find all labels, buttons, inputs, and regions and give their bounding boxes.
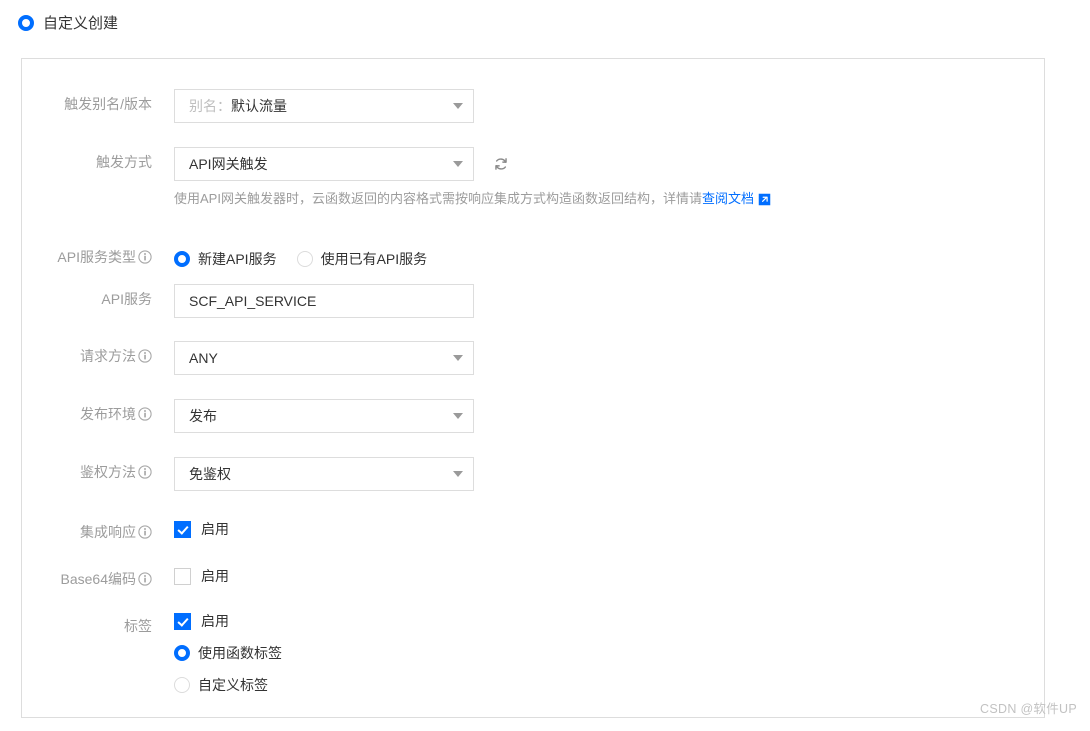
- row-api-service: API服务 SCF_API_SERVICE: [22, 284, 1044, 318]
- trigger-method-row: API网关触发: [174, 147, 1044, 181]
- radio-new-api-service-label: 新建API服务: [198, 251, 277, 267]
- label-release-env: 发布环境: [22, 399, 152, 424]
- base64-encoding-checkbox-option[interactable]: 启用: [174, 564, 1044, 588]
- checkbox-checked-icon[interactable]: [174, 612, 191, 630]
- label-trigger-method: 触发方式: [22, 147, 152, 172]
- field-trigger-alias: 别名：默认流量: [174, 89, 1044, 123]
- trigger-method-select[interactable]: API网关触发: [174, 147, 474, 181]
- label-tags-text: 标签: [124, 618, 152, 634]
- radio-use-function-tags[interactable]: 使用函数标签: [174, 643, 1024, 663]
- label-base64-encoding: Base64编码: [22, 564, 152, 589]
- radio-unselected-icon[interactable]: [296, 251, 313, 267]
- trigger-method-help: 使用API网关触发器时，云函数返回的内容格式需按响应集成方式构造函数返回结构，详…: [174, 190, 1044, 208]
- trigger-alias-value: 别名：默认流量: [189, 96, 447, 116]
- field-integrated-response: 启用: [174, 517, 1044, 541]
- field-base64-encoding: 启用: [174, 564, 1044, 588]
- chevron-down-icon[interactable]: [453, 103, 463, 109]
- label-api-service-type: API服务类型: [22, 242, 152, 267]
- radio-unselected-icon[interactable]: [174, 677, 190, 693]
- field-api-service-type: 新建API服务 使用已有API服务: [174, 242, 1044, 276]
- auth-method-value: 免鉴权: [189, 466, 231, 482]
- trigger-alias-selected: 默认流量: [231, 98, 287, 114]
- chevron-down-icon[interactable]: [453, 355, 463, 361]
- label-auth-method: 鉴权方法: [22, 457, 152, 482]
- integrated-response-checkbox-option[interactable]: 启用: [174, 517, 1044, 541]
- label-request-method-text: 请求方法: [80, 348, 136, 364]
- trigger-alias-select[interactable]: 别名：默认流量: [174, 89, 474, 123]
- chevron-down-icon[interactable]: [453, 161, 463, 167]
- trigger-alias-prefix: 别名：: [189, 98, 231, 114]
- radio-selected-icon[interactable]: [174, 251, 190, 267]
- doc-link[interactable]: 查阅文档: [702, 190, 754, 208]
- label-tags: 标签: [22, 611, 152, 636]
- checkbox-unchecked-icon[interactable]: [174, 567, 191, 585]
- label-integrated-response-text: 集成响应: [80, 524, 136, 540]
- auth-method-select[interactable]: 免鉴权: [174, 457, 474, 491]
- label-integrated-response: 集成响应: [22, 517, 152, 542]
- checkbox-checked-icon[interactable]: [174, 520, 191, 538]
- base64-encoding-checkbox-label: 启用: [201, 568, 229, 584]
- label-base64-encoding-text: Base64编码: [60, 571, 136, 587]
- label-trigger-alias-text: 触发别名/版本: [64, 96, 152, 112]
- tags-checkbox-option[interactable]: 启用: [174, 611, 1044, 631]
- request-method-value: ANY: [189, 350, 218, 366]
- row-auth-method: 鉴权方法 免鉴权: [22, 457, 1044, 491]
- field-tags: 启用 使用函数标签 自定义标签: [174, 611, 1044, 695]
- label-api-service-type-text: API服务类型: [57, 249, 136, 265]
- info-icon[interactable]: [138, 407, 152, 421]
- api-service-input[interactable]: SCF_API_SERVICE: [174, 284, 474, 318]
- chevron-down-icon[interactable]: [453, 471, 463, 477]
- radio-selected-icon[interactable]: [18, 15, 34, 31]
- trigger-method-help-text: 使用API网关触发器时，云函数返回的内容格式需按响应集成方式构造函数返回结构，详…: [174, 191, 702, 206]
- field-api-service: SCF_API_SERVICE: [174, 284, 1044, 318]
- api-service-type-radio-group: 新建API服务 使用已有API服务: [174, 242, 1044, 276]
- label-trigger-method-text: 触发方式: [96, 154, 152, 170]
- external-link-icon[interactable]: [758, 193, 771, 206]
- radio-existing-api-service-label: 使用已有API服务: [320, 251, 428, 267]
- request-method-select[interactable]: ANY: [174, 341, 474, 375]
- custom-create-option[interactable]: 自定义创建: [18, 15, 118, 31]
- label-request-method: 请求方法: [22, 341, 152, 366]
- label-api-service-text: API服务: [101, 291, 152, 307]
- label-release-env-text: 发布环境: [80, 406, 136, 422]
- info-icon[interactable]: [138, 572, 152, 586]
- api-service-value: SCF_API_SERVICE: [189, 293, 317, 309]
- row-integrated-response: 集成响应 启用: [22, 517, 1044, 542]
- refresh-icon[interactable]: [492, 155, 510, 173]
- row-trigger-alias: 触发别名/版本 别名：默认流量: [22, 89, 1044, 123]
- label-auth-method-text: 鉴权方法: [80, 464, 136, 480]
- trigger-method-value: API网关触发: [189, 156, 268, 172]
- trigger-config-panel: 触发别名/版本 别名：默认流量 触发方式 API网关触发 使用API网关触发器时…: [21, 58, 1045, 718]
- row-release-env: 发布环境 发布: [22, 399, 1044, 433]
- tags-checkbox-label: 启用: [201, 613, 229, 629]
- row-tags: 标签 启用 使用函数标签 自定义标签: [22, 611, 1044, 695]
- radio-custom-tags-label: 自定义标签: [198, 677, 268, 693]
- row-base64-encoding: Base64编码 启用: [22, 564, 1044, 589]
- radio-selected-icon[interactable]: [174, 645, 190, 661]
- label-trigger-alias: 触发别名/版本: [22, 89, 152, 114]
- custom-create-label: 自定义创建: [43, 14, 119, 32]
- field-auth-method: 免鉴权: [174, 457, 1044, 491]
- info-icon[interactable]: [138, 349, 152, 363]
- radio-custom-tags[interactable]: 自定义标签: [174, 675, 1024, 695]
- info-icon[interactable]: [138, 525, 152, 539]
- integrated-response-checkbox-label: 启用: [201, 521, 229, 537]
- release-env-select[interactable]: 发布: [174, 399, 474, 433]
- field-release-env: 发布: [174, 399, 1044, 433]
- info-icon[interactable]: [138, 465, 152, 479]
- row-trigger-method: 触发方式 API网关触发 使用API网关触发器时，云函数返回的内容格式需按响应集…: [22, 147, 1044, 208]
- radio-use-function-tags-label: 使用函数标签: [198, 645, 282, 661]
- row-request-method: 请求方法 ANY: [22, 341, 1044, 375]
- info-icon[interactable]: [138, 250, 152, 264]
- chevron-down-icon[interactable]: [453, 413, 463, 419]
- field-request-method: ANY: [174, 341, 1044, 375]
- release-env-value: 发布: [189, 408, 217, 424]
- radio-existing-api-service[interactable]: 使用已有API服务: [296, 249, 428, 269]
- label-api-service: API服务: [22, 284, 152, 309]
- field-trigger-method: API网关触发 使用API网关触发器时，云函数返回的内容格式需按响应集成方式构造…: [174, 147, 1044, 208]
- watermark: CSDN @软件UP: [980, 702, 1077, 716]
- radio-new-api-service[interactable]: 新建API服务: [174, 249, 277, 269]
- row-api-service-type: API服务类型 新建API服务 使用已有API服务: [22, 242, 1044, 276]
